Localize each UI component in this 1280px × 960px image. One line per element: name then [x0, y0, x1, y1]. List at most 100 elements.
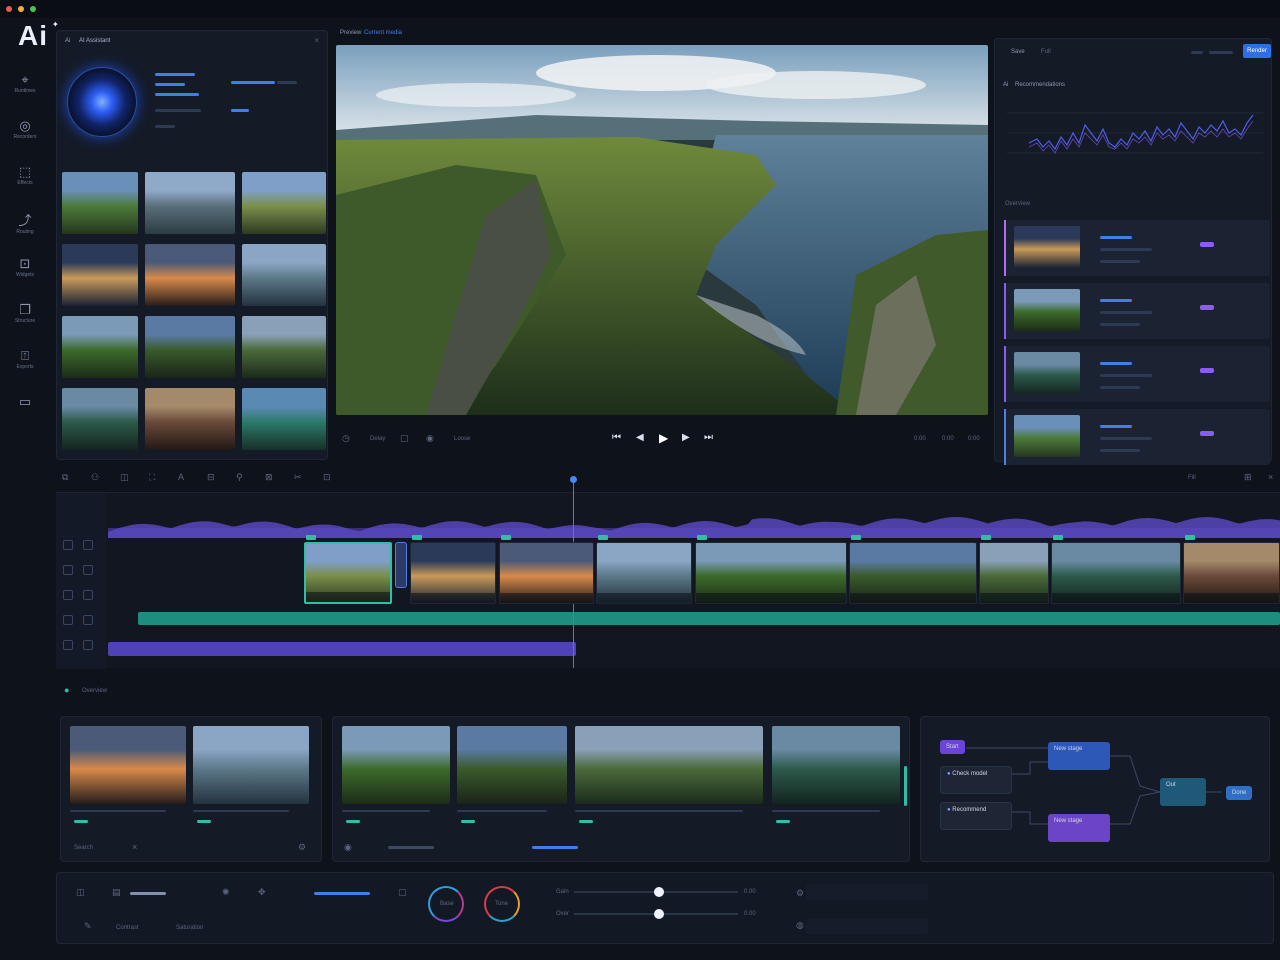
clip-start-icon[interactable] [306, 535, 316, 540]
frame-icon[interactable]: ▢ [400, 434, 409, 443]
track-visibility-icon[interactable] [83, 590, 93, 600]
scroll-indicator[interactable] [904, 766, 907, 806]
track-visibility-icon[interactable] [83, 565, 93, 575]
field-box[interactable] [806, 918, 928, 934]
sidebar-item[interactable]: ⍐ Exports [6, 346, 44, 386]
clip-start-icon[interactable] [412, 535, 422, 540]
sidebar-item[interactable]: ❐ Structure [6, 300, 44, 340]
add-icon[interactable]: ⊞ [1244, 473, 1252, 482]
track-lock-icon[interactable] [63, 590, 73, 600]
video-clip[interactable] [1183, 542, 1280, 604]
video-clip[interactable] [695, 542, 847, 604]
timeline-tool-icon[interactable]: ⛶ [149, 473, 155, 482]
node-new-stage[interactable]: New stage [1048, 814, 1110, 842]
media-thumbnail[interactable] [62, 316, 138, 378]
brush-icon[interactable]: ✎ [84, 922, 92, 931]
play-icon[interactable]: ▶ [659, 432, 668, 444]
node-done[interactable]: Done [1226, 786, 1253, 800]
loop-icon[interactable]: ◷ [342, 434, 350, 443]
settings-icon[interactable]: ✺ [222, 888, 230, 897]
media-thumbnail[interactable] [145, 244, 235, 306]
close-icon[interactable]: × [132, 843, 137, 852]
tab-full[interactable]: Full [1041, 49, 1051, 55]
clip-start-icon[interactable] [1185, 535, 1195, 540]
node-out[interactable]: Out [1160, 778, 1206, 806]
clip-start-icon[interactable] [697, 535, 707, 540]
track-lock-icon[interactable] [63, 640, 73, 650]
tab-save[interactable]: Save [1011, 49, 1025, 55]
media-thumbnail[interactable] [242, 172, 326, 234]
move-icon[interactable]: ✥ [258, 888, 266, 897]
bin-thumbnail[interactable] [193, 726, 309, 804]
clip-start-icon[interactable] [501, 535, 511, 540]
bin-thumbnail[interactable] [772, 726, 900, 804]
camera-icon[interactable]: ◫ [76, 888, 85, 897]
timeline-tool-icon[interactable]: ⊟ [207, 473, 215, 482]
timeline-tool-icon[interactable]: ✂ [294, 473, 302, 482]
timeline-tool-icon[interactable]: ⧉ [62, 473, 68, 482]
track-visibility-icon[interactable] [83, 615, 93, 625]
media-thumbnail[interactable] [62, 244, 138, 306]
assistant-orb[interactable] [67, 67, 137, 137]
media-thumbnail[interactable] [145, 316, 235, 378]
step-forward-icon[interactable]: ▶ [682, 433, 690, 443]
clip-start-icon[interactable] [851, 535, 861, 540]
gain-slider-handle[interactable] [654, 887, 664, 897]
media-thumbnail[interactable] [145, 388, 235, 450]
timeline-tool-icon[interactable]: ◫ [120, 473, 129, 482]
recommendation-item[interactable] [1004, 346, 1270, 402]
skip-forward-icon[interactable]: ⏭ [704, 433, 713, 443]
clip-start-icon[interactable] [598, 535, 608, 540]
recommendation-item[interactable] [1004, 409, 1270, 465]
tag-badge[interactable] [1200, 305, 1214, 310]
video-clip[interactable] [304, 542, 392, 604]
audio-track-purple[interactable] [108, 642, 576, 656]
video-clip[interactable] [979, 542, 1049, 604]
render-button[interactable]: Render [1243, 44, 1271, 58]
media-thumbnail[interactable] [62, 172, 138, 234]
track-lock-icon[interactable] [63, 615, 73, 625]
settings-icon[interactable]: ⚙ [298, 843, 306, 852]
minimize-window-button[interactable] [18, 6, 24, 12]
timeline-tool-icon[interactable]: ⚲ [236, 473, 243, 482]
node-start[interactable]: Start [940, 740, 965, 754]
record-icon[interactable]: ◉ [426, 434, 434, 443]
tag-badge[interactable] [1200, 242, 1214, 247]
media-thumbnail[interactable] [242, 316, 326, 378]
media-thumbnail[interactable] [242, 244, 326, 306]
bin-thumbnail[interactable] [70, 726, 186, 804]
track-lock-icon[interactable] [63, 540, 73, 550]
track-visibility-icon[interactable] [83, 540, 93, 550]
progress-bar[interactable] [314, 892, 370, 895]
recommendation-item[interactable] [1004, 283, 1270, 339]
skip-back-icon[interactable]: ⏮ [612, 433, 621, 443]
close-icon[interactable]: × [314, 36, 319, 45]
tag-badge[interactable] [1200, 368, 1214, 373]
track-visibility-icon[interactable] [83, 640, 93, 650]
settings-icon[interactable]: ⚙ [796, 889, 804, 898]
node-recommend[interactable]: ● Recommend [940, 802, 1012, 830]
clip-start-icon[interactable] [1053, 535, 1063, 540]
video-clip[interactable] [849, 542, 977, 604]
bin-thumbnail[interactable] [457, 726, 567, 804]
timeline-tool-icon[interactable]: ⊠ [265, 473, 273, 482]
sidebar-item[interactable]: ⊡ Widgets [6, 254, 44, 294]
lock-icon[interactable]: ◍ [796, 921, 804, 930]
video-clip[interactable] [1051, 542, 1181, 604]
sidebar-item[interactable]: ⤴ Routing [6, 208, 44, 248]
bin-thumbnail[interactable] [575, 726, 763, 804]
maximize-window-button[interactable] [30, 6, 36, 12]
frame-icon[interactable]: ▢ [398, 888, 407, 897]
video-clip[interactable] [596, 542, 692, 604]
close-window-button[interactable] [6, 6, 12, 12]
timeline-tool-icon[interactable]: ⚇ [91, 473, 99, 482]
media-thumbnail[interactable] [242, 388, 326, 450]
timeline-tool-icon[interactable]: ⊡ [323, 473, 331, 482]
recommendation-item[interactable] [1004, 220, 1270, 276]
clip-start-icon[interactable] [981, 535, 991, 540]
video-preview[interactable] [336, 45, 988, 415]
sidebar-item[interactable]: ⌖ Runtimes [6, 70, 44, 110]
step-back-icon[interactable]: ◀ [636, 433, 644, 443]
tag-badge[interactable] [1200, 431, 1214, 436]
track-lock-icon[interactable] [63, 565, 73, 575]
